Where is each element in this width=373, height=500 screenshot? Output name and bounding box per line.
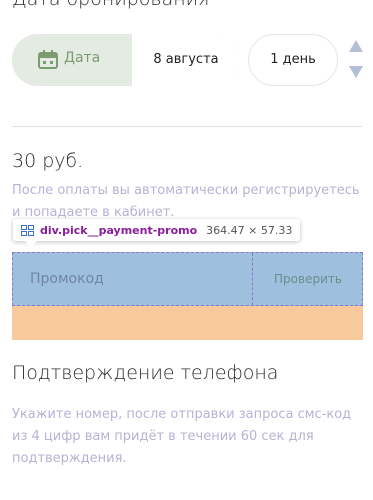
- after-pay-note: После оплаты вы автоматически регистриру…: [12, 183, 360, 220]
- phone-confirm-description: Укажите номер, после отправки запроса см…: [12, 407, 352, 466]
- payment-promo: Проверить: [12, 252, 363, 306]
- price: 30 руб.: [12, 150, 84, 172]
- booking-date-row: Дата 8 августа 1 день: [12, 34, 363, 86]
- inspector-tooltip: div.pick__payment-promo 364.47 × 57.33: [13, 219, 301, 247]
- date-tag-label: Дата: [64, 50, 101, 66]
- booking-date-title: Дата бронирования: [12, 0, 209, 10]
- phone-confirm-title: Подтверждение телефона: [12, 362, 279, 384]
- inspector-selector: div.pick__payment-promo: [40, 223, 198, 237]
- chevron-down-icon[interactable]: [349, 66, 363, 78]
- date-value[interactable]: 8 августа: [132, 34, 240, 86]
- date-picker[interactable]: Дата 8 августа: [12, 34, 240, 86]
- promo-code-input[interactable]: [13, 253, 253, 305]
- days-stepper: [349, 40, 363, 80]
- check-promo-button[interactable]: Проверить: [254, 253, 362, 305]
- calendar-icon: [38, 50, 58, 69]
- chevron-up-icon[interactable]: [349, 40, 363, 52]
- grid-icon: [21, 224, 34, 236]
- inspector-size: 364.47 × 57.33: [206, 223, 293, 237]
- section-divider: [12, 126, 362, 127]
- days-count-field[interactable]: 1 день: [248, 34, 338, 86]
- date-tag[interactable]: Дата: [12, 34, 132, 86]
